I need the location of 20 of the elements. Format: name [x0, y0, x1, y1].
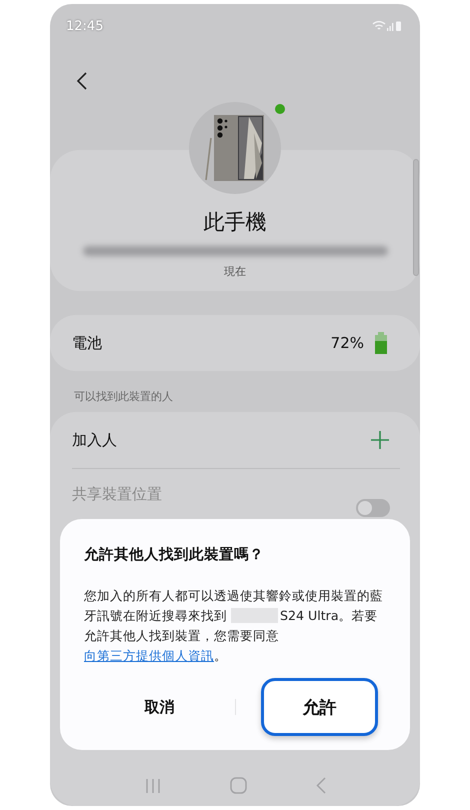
add-person-label[interactable]: 加入人 — [72, 430, 117, 450]
battery-icon — [374, 332, 388, 354]
battery-value: 72% — [330, 334, 364, 352]
share-location-label: 共享裝置位置 — [72, 485, 162, 504]
device-name: 此手機 — [204, 209, 266, 236]
dialog-message: 您加入的所有人都可以透過使其響鈴或使用裝置的藍牙訊號在附近搜尋來找到 S24 Ultra。若要允許其他人找到裝置，您需要同意 向第三方提供個人資訊。 — [84, 587, 384, 665]
last-seen-text: 現在 — [224, 264, 246, 279]
add-icon[interactable] — [370, 430, 390, 450]
battery-label: 電池 — [72, 334, 102, 352]
recent-apps-icon[interactable] — [144, 778, 160, 794]
dialog-title: 允許其他人找到此裝置嗎？ — [84, 546, 265, 564]
status-icons — [372, 20, 402, 32]
allow-button[interactable]: 允許 — [261, 678, 378, 736]
back-icon[interactable] — [76, 71, 88, 91]
redacted-text — [231, 608, 278, 623]
section-label: 可以找到此裝置的人 — [74, 389, 174, 404]
privacy-link[interactable]: 向第三方提供個人資訊 — [84, 648, 214, 663]
cancel-button[interactable]: 取消 — [84, 678, 235, 736]
toggle-switch[interactable] — [356, 499, 390, 517]
home-icon[interactable] — [230, 777, 246, 794]
